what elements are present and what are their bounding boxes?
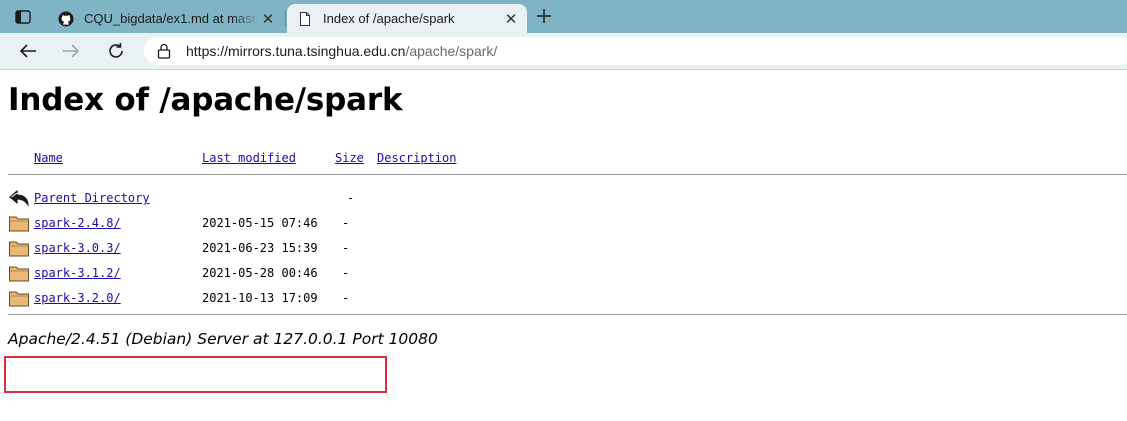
folder-icon: [9, 216, 29, 232]
tab-strip: CQU_bigdata/ex1.md at master ✕ Index of …: [0, 0, 1127, 33]
tab-title: CQU_bigdata/ex1.md at master: [84, 11, 258, 26]
sort-by-name-link[interactable]: Name: [34, 151, 63, 165]
forward-arrow-icon: [63, 44, 80, 58]
table-row: spark-3.1.2/ 2021-05-28 00:46 -: [0, 263, 1127, 285]
size-value: -: [342, 291, 350, 305]
tab-github[interactable]: CQU_bigdata/ex1.md at master ✕: [48, 4, 284, 33]
size-value: -: [347, 191, 355, 205]
tab-separator: [285, 10, 286, 26]
refresh-icon: [109, 43, 123, 58]
modified-date: 2021-05-28 00:46: [202, 266, 318, 280]
close-tab-icon[interactable]: ✕: [258, 10, 278, 28]
back-arrow-icon: [9, 189, 29, 207]
size-value: -: [342, 266, 350, 280]
modified-date: 2021-10-13 17:09: [202, 291, 318, 305]
table-row: spark-3.0.3/ 2021-06-23 15:39 -: [0, 238, 1127, 260]
table-row: Parent Directory -: [0, 188, 1127, 210]
table-row: spark-2.4.8/ 2021-05-15 07:46 -: [0, 213, 1127, 235]
navigation-toolbar: https://mirrors.tuna.tsinghua.edu.cn/apa…: [0, 33, 1127, 70]
back-button[interactable]: [15, 38, 41, 64]
folder-icon: [9, 241, 29, 257]
url-path: /apache/spark/: [405, 43, 498, 59]
page-icon: [297, 11, 313, 27]
tab-index-apache-spark[interactable]: Index of /apache/spark ✕: [287, 4, 527, 33]
divider: [8, 174, 1127, 175]
listing-header: Name Last modified Size Description: [0, 148, 1127, 170]
back-arrow-icon: [19, 44, 36, 58]
folder-icon: [9, 291, 29, 307]
url-host: https://mirrors.tuna.tsinghua.edu.cn: [186, 43, 406, 59]
page-content: Index of /apache/spark Name Last modifie…: [0, 70, 1127, 421]
refresh-button[interactable]: [103, 38, 129, 64]
sort-by-last-modified-link[interactable]: Last modified: [202, 151, 296, 165]
modified-date: 2021-06-23 15:39: [202, 241, 318, 255]
sort-by-size-link[interactable]: Size: [335, 151, 364, 165]
tab-title: Index of /apache/spark: [323, 11, 455, 26]
directory-link[interactable]: spark-3.0.3/: [34, 241, 121, 255]
github-icon: [58, 11, 74, 27]
divider: [8, 314, 1127, 315]
page-title: Index of /apache/spark: [8, 82, 403, 118]
new-tab-button[interactable]: [531, 4, 557, 28]
server-signature: Apache/2.4.51 (Debian) Server at 127.0.0…: [8, 330, 438, 348]
table-row: spark-3.2.0/ 2021-10-13 17:09 -: [0, 288, 1127, 310]
size-value: -: [342, 216, 350, 230]
tab-actions-button[interactable]: [8, 5, 38, 29]
forward-button[interactable]: [58, 38, 84, 64]
lock-icon[interactable]: [157, 43, 171, 59]
directory-link[interactable]: spark-2.4.8/: [34, 216, 121, 230]
tab-actions-icon: [15, 10, 31, 24]
folder-icon: [9, 266, 29, 282]
highlight-box: [4, 356, 387, 393]
directory-link[interactable]: spark-3.2.0/: [34, 291, 121, 305]
plus-icon: [537, 9, 551, 23]
address-bar[interactable]: https://mirrors.tuna.tsinghua.edu.cn/apa…: [144, 37, 1127, 65]
parent-directory-link[interactable]: Parent Directory: [34, 191, 150, 205]
directory-link[interactable]: spark-3.1.2/: [34, 266, 121, 280]
url-text[interactable]: https://mirrors.tuna.tsinghua.edu.cn/apa…: [186, 43, 497, 59]
sort-by-description-link[interactable]: Description: [377, 151, 456, 165]
close-tab-icon[interactable]: ✕: [501, 10, 521, 28]
size-value: -: [342, 241, 350, 255]
modified-date: 2021-05-15 07:46: [202, 216, 318, 230]
